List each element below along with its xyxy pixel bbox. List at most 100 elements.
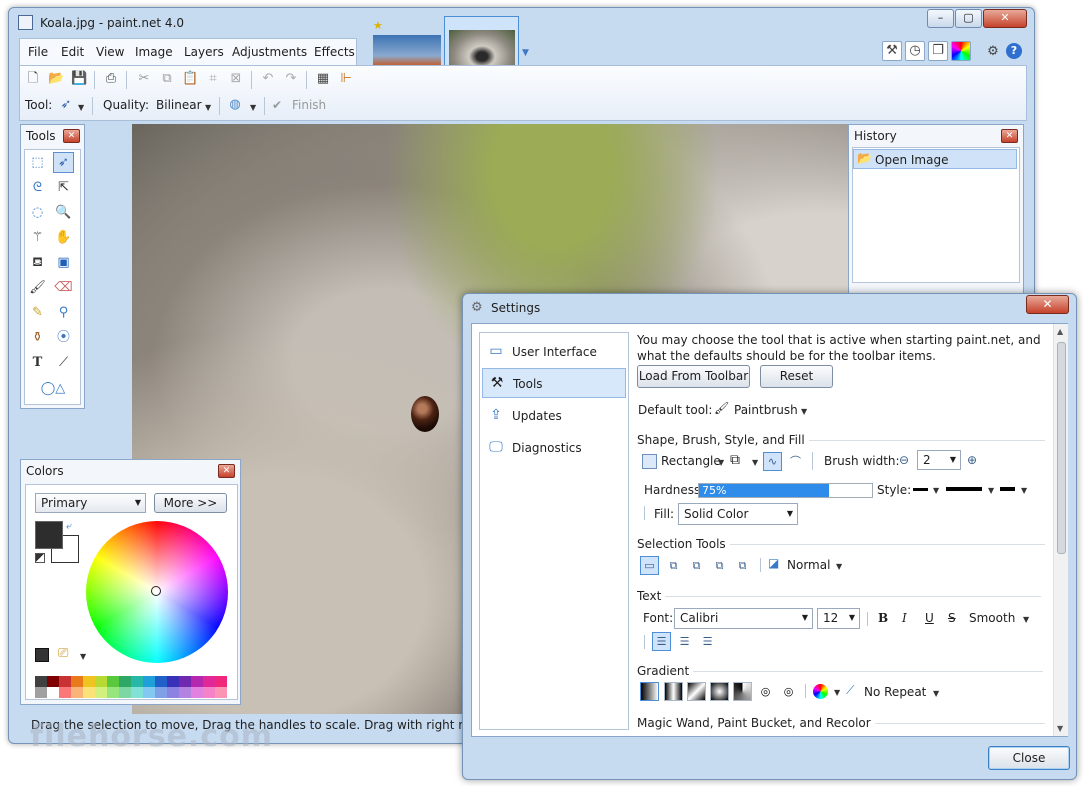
close-button[interactable]: Close [988,746,1070,770]
menu-image[interactable]: Image [135,45,173,59]
selection-intersect-icon[interactable]: ⧉ [710,556,729,575]
quality-value[interactable]: Bilinear [156,98,202,112]
color-mode-icon[interactable] [813,684,828,699]
palette-swatch[interactable] [47,676,59,687]
tab-list-dropdown-icon[interactable]: ▼ [522,48,529,58]
layers-window-icon[interactable]: ❐ [928,41,948,61]
print-icon[interactable]: ⎙ [103,71,119,87]
paint-bucket-tool-icon[interactable]: ⛾ [27,252,48,273]
draw-type-dropdown-arrow[interactable]: ▼ [752,458,758,467]
colors-window-icon[interactable] [951,41,971,61]
move-selection-tool-icon[interactable]: ➶ [58,97,74,113]
palette-swatch[interactable] [47,687,59,698]
palette-swatch[interactable] [155,687,167,698]
add-to-palette-icon[interactable] [35,648,49,662]
palette-swatch[interactable] [71,676,83,687]
shapes-tool-icon[interactable]: ◯△ [35,378,71,399]
menu-edit[interactable]: Edit [61,45,84,59]
scroll-up-icon[interactable]: ▲ [1057,327,1063,336]
font-size-dropdown[interactable]: 12 ▼ [817,608,860,629]
selection-mode-icon[interactable]: ◍ [227,97,243,113]
selection-union-icon[interactable]: ⧉ [664,556,683,575]
swap-colors-icon[interactable]: ⤶ [66,521,72,532]
colors-panel-close-button[interactable]: ✕ [218,464,235,478]
palette-swatch[interactable] [83,676,95,687]
cap-style-dropdown-arrow[interactable]: ▼ [1021,486,1027,495]
diamond-gradient-icon[interactable] [687,682,706,701]
quality-dropdown-arrow[interactable]: ▼ [205,103,211,112]
palette-swatch[interactable] [215,687,227,698]
load-from-toolbar-button[interactable]: Load From Toolbar [637,365,750,388]
bold-button[interactable]: B [878,611,888,625]
zoom-tool-icon[interactable]: 🔍 [53,202,74,223]
brush-width-decrease-icon[interactable]: ⊖ [899,453,909,467]
palette-swatch[interactable] [35,676,47,687]
reset-colors-icon[interactable] [35,553,45,563]
palette-swatch[interactable] [203,687,215,698]
ruler-icon[interactable]: ⊩ [338,71,354,87]
gradient-color-dropdown-arrow[interactable]: ▼ [834,688,840,697]
lasso-select-tool-icon[interactable]: ᘓ [27,177,48,198]
move-selected-tool-icon[interactable]: ➶ [53,152,74,173]
palette-swatch[interactable] [119,687,131,698]
dash-style-icon[interactable] [913,488,928,491]
cut-icon[interactable]: ✂ [136,71,152,87]
menu-view[interactable]: View [96,45,124,59]
brush-width-increase-icon[interactable]: ⊕ [967,453,977,467]
smoothing-value[interactable]: Smooth [969,611,1015,625]
selection-replace-icon[interactable]: ▭ [640,556,659,575]
color-picker-tool-icon[interactable]: ⚲ [53,302,74,323]
underline-button[interactable]: U [925,611,934,625]
default-tool-dropdown-arrow[interactable]: ▼ [801,407,807,416]
smoothing-dropdown-arrow[interactable]: ▼ [1023,615,1029,624]
cap-style-icon[interactable] [1000,487,1015,491]
history-window-icon[interactable]: ◷ [905,41,925,61]
selection-exclude-icon[interactable]: ⧉ [687,556,706,575]
color-wheel[interactable] [86,521,228,663]
align-center-icon[interactable]: ☰ [675,632,694,651]
text-tool-icon[interactable]: T [27,352,48,373]
palette-swatch[interactable] [107,687,119,698]
scroll-down-icon[interactable]: ▼ [1057,724,1063,733]
recolor-tool-icon[interactable]: ⦿ [53,327,74,348]
palette-swatch[interactable] [107,676,119,687]
palette-swatch[interactable] [143,687,155,698]
history-panel-close-button[interactable]: ✕ [1001,129,1018,143]
nav-tools[interactable]: ⚒ Tools [482,368,626,398]
palette-swatch[interactable] [95,676,107,687]
primary-color-swatch[interactable] [35,521,63,549]
repeat-mode-value[interactable]: No Repeat [864,685,926,699]
more-colors-button[interactable]: More >> [154,493,227,513]
fill-dropdown[interactable]: Solid Color ▼ [678,503,798,525]
selection-invert-icon[interactable]: ⧉ [733,556,752,575]
redo-icon[interactable]: ↷ [283,71,299,87]
align-left-icon[interactable]: ☰ [652,632,671,651]
linear-gradient-icon[interactable] [640,682,659,701]
palette-swatch[interactable] [131,687,143,698]
palette-swatch[interactable] [83,687,95,698]
palette-swatch[interactable] [203,676,215,687]
shape-value[interactable]: Rectangle [661,454,721,468]
copy-icon[interactable]: ⧉ [159,71,175,87]
reset-button[interactable]: Reset [760,365,833,388]
dash-style-dropdown-arrow[interactable]: ▼ [933,486,939,495]
title-bar[interactable]: Koala.jpg - paint.net 4.0 – ▢ ✕ [9,8,1034,38]
pencil-tool-icon[interactable]: ✎ [27,302,48,323]
palette-swatch[interactable] [167,676,179,687]
palette-swatch[interactable] [95,687,107,698]
palette-swatch[interactable] [179,676,191,687]
palette-swatch[interactable] [119,676,131,687]
palette-swatch[interactable] [131,676,143,687]
nav-user-interface[interactable]: ▭ User Interface [482,337,626,367]
palette-swatch[interactable] [191,687,203,698]
brush-width-input[interactable]: 2 ▼ [917,450,961,470]
palette-swatch[interactable] [167,687,179,698]
color-mode-dropdown[interactable]: Primary ▼ [35,493,146,513]
menu-layers[interactable]: Layers [184,45,224,59]
menu-adjustments[interactable]: Adjustments [232,45,307,59]
color-wheel-picker[interactable] [151,586,161,596]
spiral-ccw-gradient-icon[interactable]: ◎ [779,682,798,701]
palette-swatch[interactable] [155,676,167,687]
selection-mode-dropdown-arrow[interactable]: ▼ [250,103,256,112]
save-icon[interactable]: 💾 [71,71,87,87]
